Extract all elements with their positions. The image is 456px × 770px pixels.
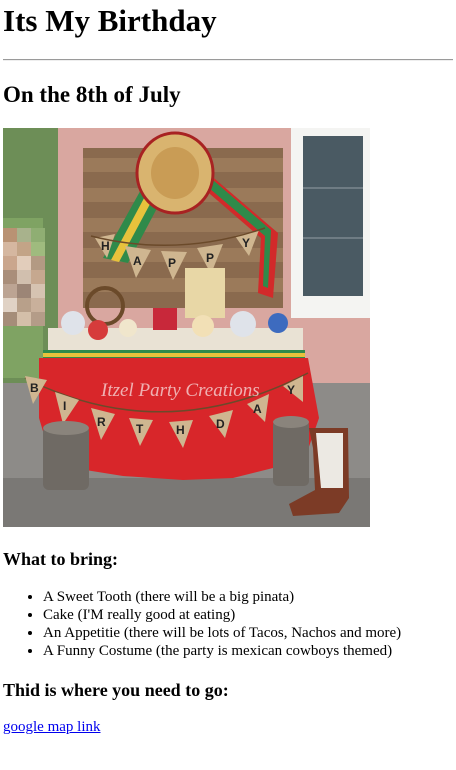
banner-bottom-letter-h: H <box>176 423 185 437</box>
treats <box>48 328 303 353</box>
list-item: A Funny Costume (the party is mexican co… <box>43 642 401 660</box>
location-heading: Thid is where you need to go: <box>3 680 229 700</box>
page-subtitle: On the 8th of July <box>3 82 181 107</box>
blurred-area <box>3 228 45 326</box>
banner-bottom-letter-a: A <box>253 402 262 416</box>
list-item: An Appetitie (there will be lots of Taco… <box>43 624 401 642</box>
stump-right <box>273 420 309 486</box>
banner-bottom-letter-t: T <box>136 422 144 436</box>
watermark-text: Itzel Party Creations <box>100 380 260 401</box>
google-map-link[interactable]: google map link <box>3 719 101 736</box>
banner-bottom-letter-d: D <box>216 417 225 431</box>
window-glass <box>303 136 363 296</box>
banner-top-letter-y: Y <box>242 236 250 250</box>
banner-top-letter-p2: P <box>206 251 214 265</box>
party-photo: H A P P Y B I R T H D A Y Itzel Party Cr… <box>3 128 370 527</box>
banner-bottom-letter-y: Y <box>287 383 295 397</box>
list-item: A Sweet Tooth (there will be a big pinat… <box>43 588 401 606</box>
page-title: Its My Birthday <box>3 3 217 38</box>
banner-top-letter-a: A <box>133 254 142 268</box>
bring-list: A Sweet Tooth (there will be a big pinat… <box>3 588 401 660</box>
stump-left <box>43 426 89 490</box>
list-item: Cake (I'M really good at eating) <box>43 606 401 624</box>
banner-top-letter-h: H <box>101 239 110 253</box>
center-sign <box>185 268 225 318</box>
banner-bottom-letter-i: I <box>63 399 66 413</box>
banner-bottom-letter-b: B <box>30 381 39 395</box>
divider <box>3 59 453 61</box>
banner-bottom-letter-r: R <box>97 415 106 429</box>
what-to-bring-heading: What to bring: <box>3 549 119 569</box>
banner-top-letter-p1: P <box>168 256 176 270</box>
